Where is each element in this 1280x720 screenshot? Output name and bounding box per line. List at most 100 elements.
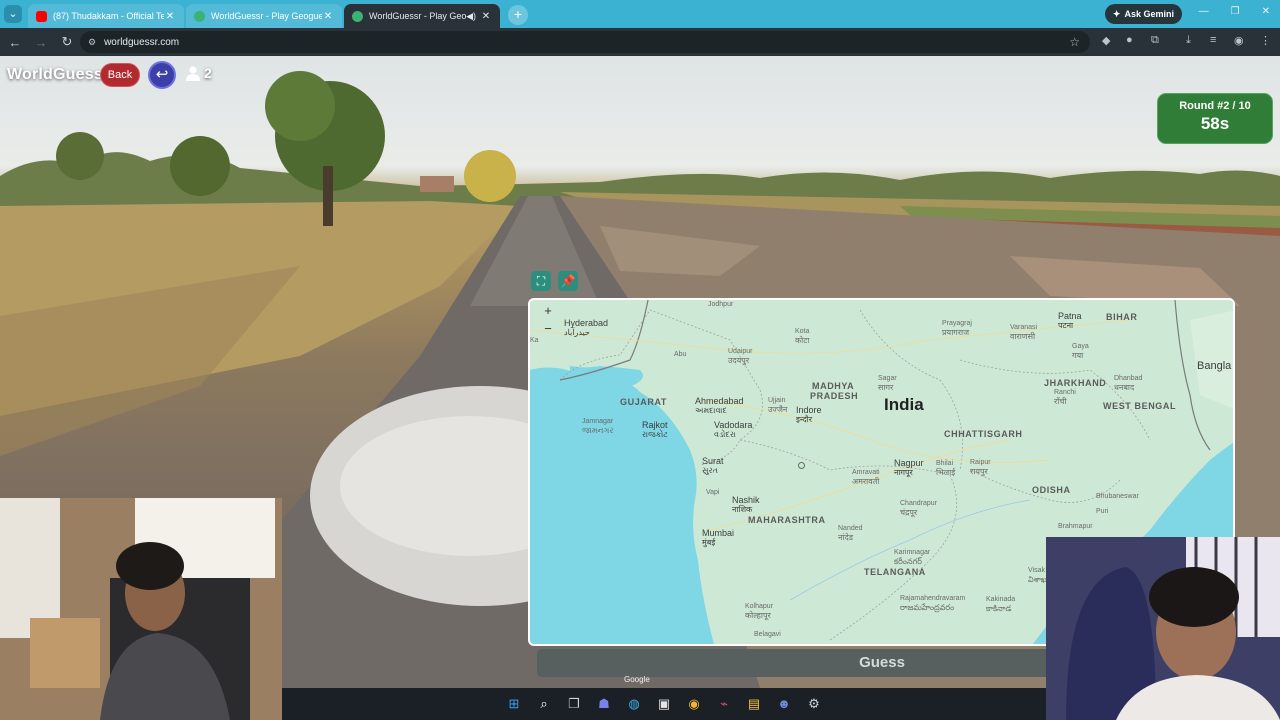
map-label-rajkot: Rajkot રાજકોટ: [642, 420, 668, 440]
map-label-madhya: MADHYA: [812, 381, 855, 391]
file-explorer-icon[interactable]: ▤: [745, 695, 763, 713]
edge-icon[interactable]: ◍: [625, 695, 643, 713]
tab-search-menu-icon[interactable]: ⌄: [4, 5, 22, 23]
settings-gear-icon[interactable]: ⚙: [805, 695, 823, 713]
map-label-kolhapur: Kolhapur कोल्हापूर: [745, 603, 774, 620]
store-icon[interactable]: ▣: [655, 695, 673, 713]
player-count-value: 2: [204, 65, 212, 81]
extension-icon[interactable]: ◆: [1102, 34, 1110, 47]
reading-list-icon[interactable]: ≡: [1210, 34, 1216, 46]
map-label-dhanbad: Dhanbad धनबाद: [1114, 375, 1143, 392]
map-label-ahmedabad: Ahmedabad અમદાવાદ: [695, 396, 744, 416]
map-label-brahmapur: Brahmapur: [1058, 523, 1093, 530]
bookmark-star-icon[interactable]: ☆: [1069, 35, 1080, 49]
browser-tab-2[interactable]: WorldGuessr - Play Geoguessr ✕: [186, 4, 342, 28]
map-label-ka: Ka: [530, 337, 539, 344]
map-label-puri: Puri: [1096, 508, 1109, 515]
windows-start-icon[interactable]: ⊞: [505, 695, 523, 713]
back-button[interactable]: Back: [100, 63, 140, 87]
timer-value: 58s: [1200, 114, 1230, 133]
map-label-maharashtra: MAHARASHTRA: [748, 515, 826, 525]
browser-tabstrip: ⌄ (87) Thudakkam - Official Tease ✕ Worl…: [0, 0, 1280, 28]
map-label-bangla: Bangla: [1197, 360, 1232, 372]
map-cursor-marker: [798, 462, 805, 469]
discord-icon[interactable]: ☻: [775, 695, 793, 713]
google-attribution: Google: [624, 675, 650, 684]
browser-tab-3[interactable]: WorldGuessr - Play Geoguessr ◀) ✕: [344, 4, 500, 28]
gemini-sparkle-icon: ✦: [1112, 8, 1121, 19]
map-label-ujjain: Ujjain उज्जैन: [768, 397, 788, 414]
tab-title: WorldGuessr - Play Geoguessr: [369, 11, 467, 21]
map-label-mumbai: Mumbai मुंबई: [702, 528, 735, 548]
browser-tab-1[interactable]: (87) Thudakkam - Official Tease ✕: [28, 4, 184, 28]
map-label-jodhpur: Jodhpur: [708, 301, 734, 308]
reload-icon[interactable]: ↻: [56, 34, 78, 50]
map-label-nanded: Nanded नांदेड: [838, 525, 863, 542]
map-zoom-controls: + −: [532, 302, 564, 338]
tab-close-icon[interactable]: ✕: [322, 11, 334, 22]
map-label-prayagraj: Prayagraj प्रयागराज: [942, 320, 972, 337]
back-arrow-icon[interactable]: ←: [4, 35, 26, 50]
tab-close-icon[interactable]: ✕: [164, 11, 176, 22]
webcam-feed-left: [0, 498, 282, 720]
chrome-icon[interactable]: ◉: [685, 695, 703, 713]
youtube-favicon-icon: [36, 10, 47, 22]
map-label-vadodara: Vadodara વડોદરા: [714, 420, 753, 440]
round-timer-badge: Round #2 / 10 58s: [1157, 93, 1273, 144]
map-label-gujarat: GUJARAT: [620, 397, 668, 407]
map-label-karimnagar: Karimnagar కరీంనగర్: [894, 549, 931, 566]
tab-close-icon[interactable]: ✕: [480, 11, 492, 22]
address-bar[interactable]: ⚙ worldguessr.com ☆: [80, 31, 1090, 53]
task-view-icon[interactable]: ❐: [565, 695, 583, 713]
zoom-in-button[interactable]: +: [532, 302, 564, 320]
map-label-jharkhand: JHARKHAND: [1044, 378, 1107, 388]
map-label-varanasi: Varanasi वाराणसी: [1010, 324, 1038, 341]
ask-gemini-label: Ask Gemini: [1124, 9, 1174, 19]
minimize-icon[interactable]: —: [1199, 6, 1209, 17]
map-label-odisha: ODISHA: [1032, 485, 1071, 495]
map-label-chhattisgarh: CHHATTISGARH: [944, 429, 1023, 439]
worldguessr-logo[interactable]: WorldGuessr: [7, 66, 109, 84]
map-label-raipur: Raipur रायपुर: [970, 459, 991, 476]
more-menu-icon[interactable]: ⋮: [1260, 34, 1271, 47]
tab-title: (87) Thudakkam - Official Tease: [53, 11, 164, 21]
fullscreen-icon[interactable]: ⛶: [531, 271, 551, 291]
player-count: 2: [186, 65, 212, 81]
globe-favicon-icon: [194, 10, 205, 22]
map-label-indore: Indore इन्दौर: [796, 405, 822, 425]
profile-avatar-icon[interactable]: ◉: [1234, 34, 1244, 47]
browser-toolbar: ← → ↻ ⚙ worldguessr.com ☆: [0, 28, 1280, 56]
teams-icon[interactable]: ☗: [595, 695, 613, 713]
map-label-bhubaneswar: Bhubaneswar: [1096, 493, 1139, 500]
media-app-icon[interactable]: ⌁: [715, 695, 733, 713]
speaker-icon[interactable]: ◀): [466, 11, 476, 22]
download-icon[interactable]: ⤓: [1186, 34, 1191, 47]
map-label-jamnagar: Jamnagar જામનગર: [582, 418, 614, 435]
new-tab-button[interactable]: +: [508, 5, 528, 25]
map-label-bihar: BIHAR: [1106, 312, 1138, 322]
map-label-belagavi: Belagavi: [754, 631, 781, 638]
map-label-nagpur: Nagpur नागपूर: [894, 458, 924, 478]
tab-title: WorldGuessr - Play Geoguessr: [211, 11, 322, 21]
map-label-amravati: Amravati अमरावती: [852, 469, 880, 486]
map-label-west-bengal: WEST BENGAL: [1103, 401, 1177, 411]
map-label-visak: Visak విశాఖ: [1028, 567, 1047, 584]
site-info-icon[interactable]: ⚙: [88, 37, 96, 48]
ask-gemini-button[interactable]: ✦ Ask Gemini: [1104, 4, 1182, 24]
map-label-gaya: Gaya गया: [1072, 343, 1089, 360]
extensions-puzzle-icon[interactable]: ⧉: [1151, 34, 1159, 47]
webcam-feed-right: [1046, 537, 1280, 720]
url-text: worldguessr.com: [104, 36, 180, 48]
restore-icon[interactable]: ❐: [1231, 6, 1240, 17]
undo-icon[interactable]: ↩: [148, 61, 176, 89]
search-icon[interactable]: ⌕: [535, 695, 553, 713]
pin-icon[interactable]: 📌: [558, 271, 578, 291]
webcam-image: [1046, 537, 1280, 720]
extension-icon[interactable]: ●: [1126, 34, 1133, 46]
map-label-kota: Kota कोटा: [795, 328, 810, 345]
forward-arrow-icon[interactable]: →: [30, 35, 52, 50]
webcam-image: [0, 498, 282, 720]
windows-taskbar: ⊞ ⌕ ❐ ☗ ◍ ▣ ◉ ⌁ ▤ ☻ ⚙: [282, 688, 1046, 720]
close-window-icon[interactable]: ✕: [1262, 6, 1270, 17]
map-label-telangana: TELANGANA: [864, 567, 926, 577]
